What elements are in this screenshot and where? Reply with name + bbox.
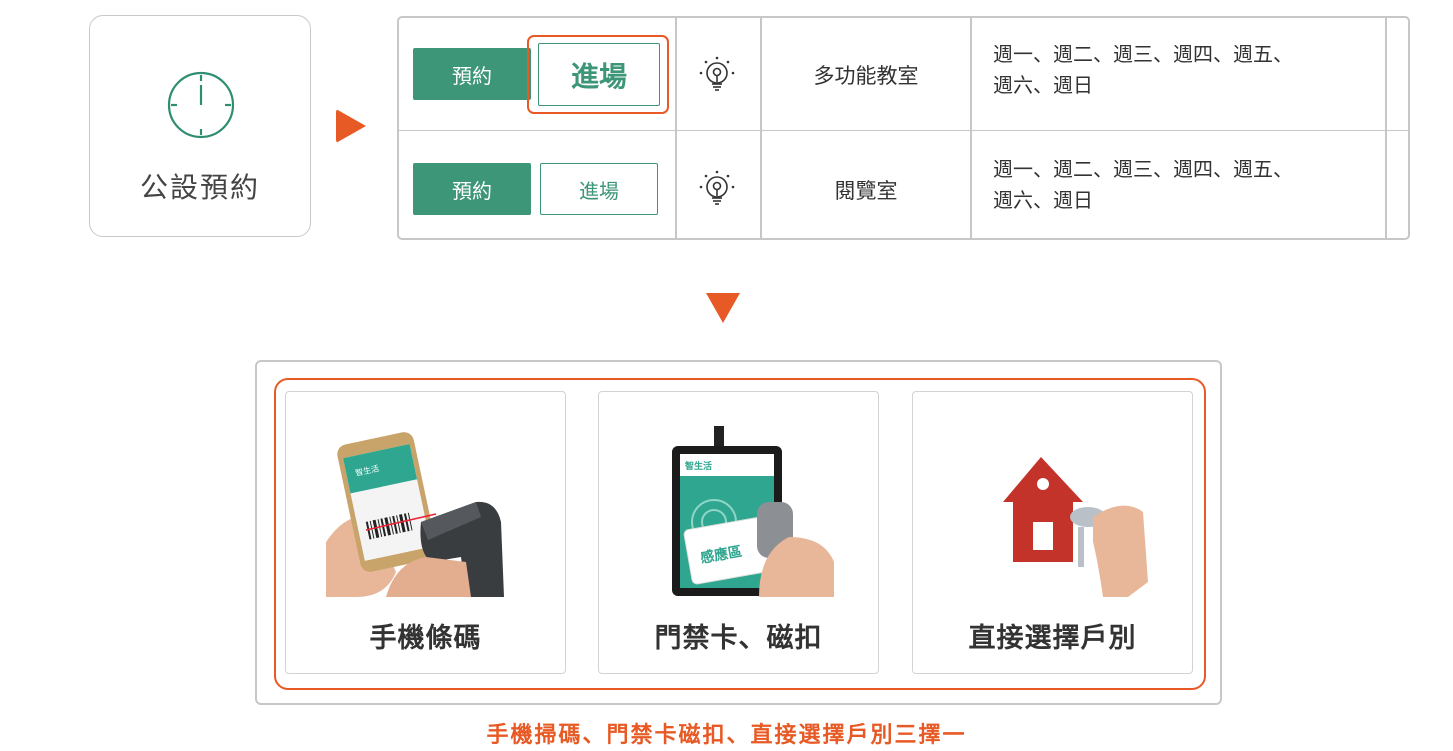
- days-line: 週一、週二、週三、週四、週五、: [993, 157, 1293, 181]
- card-reader-icon: 智生活 感應區: [639, 422, 839, 597]
- table-row: 預約 進場 閱覽室 週一、週二、週三、週四、週五、 週六、週日: [399, 130, 1408, 241]
- lightbulb-icon: [699, 56, 735, 91]
- facility-booking-card[interactable]: 公設預約: [89, 15, 311, 237]
- book-button[interactable]: 預約: [413, 163, 531, 215]
- reader-brand: 智生活: [685, 460, 712, 472]
- clock-icon: [167, 71, 235, 139]
- days-line: 週六、週日: [993, 73, 1093, 97]
- method-label: 門禁卡、磁扣: [654, 623, 823, 654]
- method-card-phone-barcode[interactable]: 智生活 手機條碼: [285, 391, 566, 674]
- lightbulb-icon: [699, 170, 735, 205]
- days-line: 週六、週日: [993, 188, 1093, 212]
- room-name: 多功能教室: [813, 64, 919, 88]
- facility-table: 預約 進場 多功能教室 週一、週二、週三、週四、週五、 週六、週日 預約 進場: [397, 16, 1410, 240]
- facility-card-label: 公設預約: [139, 171, 260, 204]
- days-line: 週一、週二、週三、週四、週五、: [993, 42, 1293, 66]
- method-label: 手機條碼: [369, 623, 482, 654]
- method-card-select-unit[interactable]: 直接選擇戶別: [912, 391, 1193, 674]
- table-row: 預約 進場 多功能教室 週一、週二、週三、週四、週五、 週六、週日: [399, 18, 1408, 128]
- house-key-icon: [953, 422, 1153, 597]
- room-name: 閱覽室: [834, 179, 898, 203]
- arrow-right-icon: [336, 109, 366, 143]
- method-card-access-card[interactable]: 智生活 感應區 門禁卡、磁扣: [598, 391, 879, 674]
- book-button[interactable]: 預約: [413, 48, 531, 100]
- available-days: 週一、週二、週三、週四、週五、 週六、週日: [993, 39, 1373, 101]
- arrow-down-icon: [706, 293, 740, 323]
- available-days: 週一、週二、週三、週四、週五、 週六、週日: [993, 154, 1373, 216]
- enter-button-highlight: [527, 35, 669, 114]
- methods-caption: 手機掃碼、門禁卡磁扣、直接選擇戶別三擇一: [486, 723, 967, 748]
- phone-barcode-scan-icon: 智生活: [326, 422, 526, 597]
- enter-button[interactable]: 進場: [540, 163, 658, 215]
- method-label: 直接選擇戶別: [968, 623, 1137, 654]
